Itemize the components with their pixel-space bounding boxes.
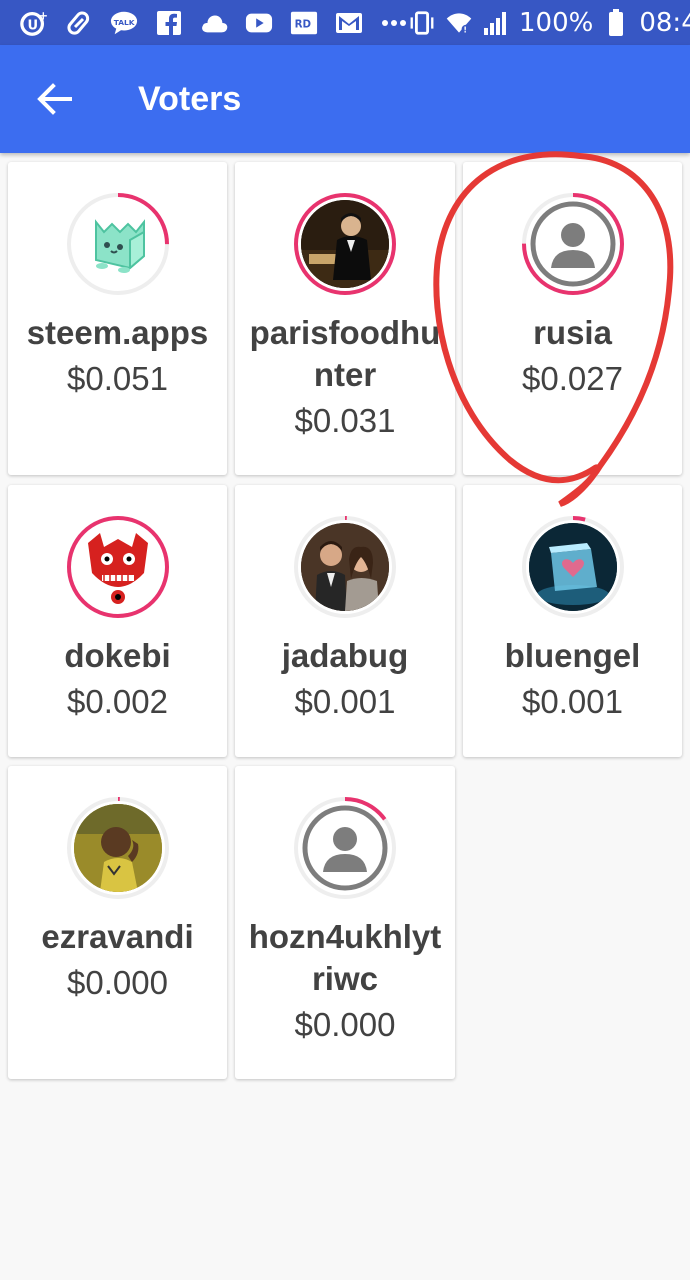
voter-card[interactable]: rusia $0.027: [463, 162, 682, 475]
youtube-icon: [245, 10, 273, 36]
voter-card[interactable]: bluengel $0.001: [463, 485, 682, 757]
voter-name-text: dokebi: [64, 637, 171, 674]
voter-name-text: bluengel: [504, 637, 641, 674]
avatar: [301, 804, 389, 892]
voter-card[interactable]: jadabug $0.001: [235, 485, 455, 757]
avatar-with-ring: [293, 192, 397, 296]
voter-card[interactable]: dokebi $0.002: [8, 485, 227, 757]
vote-amount: $0.000: [294, 1006, 396, 1043]
avatar: [301, 200, 389, 288]
status-bar: U + TALK RD ! 100% 08:4: [0, 0, 690, 45]
ice-cube-heart-photo-icon: [528, 523, 617, 611]
app-bar: Voters: [0, 45, 690, 153]
svg-text:RD: RD: [295, 18, 311, 30]
red-mask-logo-icon: [87, 533, 148, 604]
svg-text:!: !: [463, 25, 467, 34]
rd-icon: RD: [290, 10, 318, 36]
svg-text:TALK: TALK: [114, 17, 135, 26]
vote-amount: $0.000: [67, 964, 168, 1001]
voter-name-text: steem.apps: [26, 314, 209, 351]
talk-icon: TALK: [110, 10, 138, 36]
default-person-icon: [302, 805, 388, 891]
voter-name: dokebi $0.002: [18, 635, 217, 725]
more-icon: [380, 10, 408, 36]
voter-card[interactable]: ezravandi $0.000: [8, 766, 227, 1079]
default-person-icon: [530, 201, 615, 287]
clock: 08:42: [639, 7, 690, 38]
voter-name: jadabug $0.001: [245, 635, 445, 725]
avatar: [73, 804, 162, 892]
vote-amount: $0.027: [522, 360, 623, 397]
vote-amount: $0.002: [67, 683, 168, 720]
svg-text:U: U: [27, 18, 38, 33]
voter-name-text: ezravandi: [41, 918, 194, 955]
avatar: [73, 523, 162, 611]
voter-card[interactable]: hozn4ukhlytriwc $0.000: [235, 766, 455, 1079]
facebook-icon: [155, 10, 183, 36]
avatar-with-ring: [66, 192, 170, 296]
vote-amount: $0.001: [294, 683, 396, 720]
vibrate-icon: [408, 10, 436, 36]
voter-name: rusia $0.027: [473, 312, 672, 402]
wifi-icon: !: [445, 10, 473, 36]
signal-icon: [482, 10, 510, 36]
arrow-left-icon: [37, 83, 72, 115]
gmail-icon: [335, 10, 363, 36]
avatar: [528, 523, 617, 611]
cloud-icon: [200, 10, 228, 36]
avatar: [73, 200, 162, 288]
system-icons: ! 100% 08:42: [408, 8, 690, 38]
voter-name-text: parisfoodhunter: [249, 314, 441, 393]
man-in-suit-photo-icon: [301, 200, 389, 288]
page-title: Voters: [138, 79, 242, 118]
couple-photo-icon: [301, 523, 389, 611]
svg-text:+: +: [39, 9, 48, 22]
voter-card[interactable]: parisfoodhunter $0.031: [235, 162, 455, 475]
voter-name: hozn4ukhlytriwc $0.000: [245, 916, 445, 1048]
voter-card[interactable]: steem.apps $0.051: [8, 162, 227, 475]
avatar-with-ring: [521, 192, 625, 296]
vote-amount: $0.031: [294, 402, 396, 439]
u-plus-icon: U +: [20, 9, 48, 36]
avatar: [301, 523, 389, 611]
avatar: [528, 200, 617, 288]
avatar-with-ring: [521, 515, 625, 619]
avatar-with-ring: [293, 515, 397, 619]
voter-name-text: hozn4ukhlytriwc: [248, 918, 442, 997]
back-button[interactable]: [19, 64, 89, 134]
voter-name-text: jadabug: [281, 637, 409, 674]
voter-name: ezravandi $0.000: [18, 916, 217, 1006]
notification-icons: U + TALK RD: [20, 9, 408, 36]
man-yellow-photo-icon: [73, 804, 162, 892]
avatar-with-ring: [293, 796, 397, 900]
cube-cat-logo-icon: [94, 219, 145, 273]
battery-icon: [602, 8, 630, 36]
avatar-with-ring: [66, 796, 170, 900]
voter-name: parisfoodhunter $0.031: [245, 312, 445, 444]
voter-name: steem.apps $0.051: [18, 312, 217, 402]
avatar-with-ring: [66, 515, 170, 619]
vote-amount: $0.001: [522, 683, 623, 720]
vote-amount: $0.051: [67, 360, 168, 397]
pill-icon: [65, 10, 93, 36]
voter-name: bluengel $0.001: [473, 635, 672, 725]
battery-percent: 100%: [519, 7, 594, 38]
voter-name-text: rusia: [533, 314, 612, 351]
